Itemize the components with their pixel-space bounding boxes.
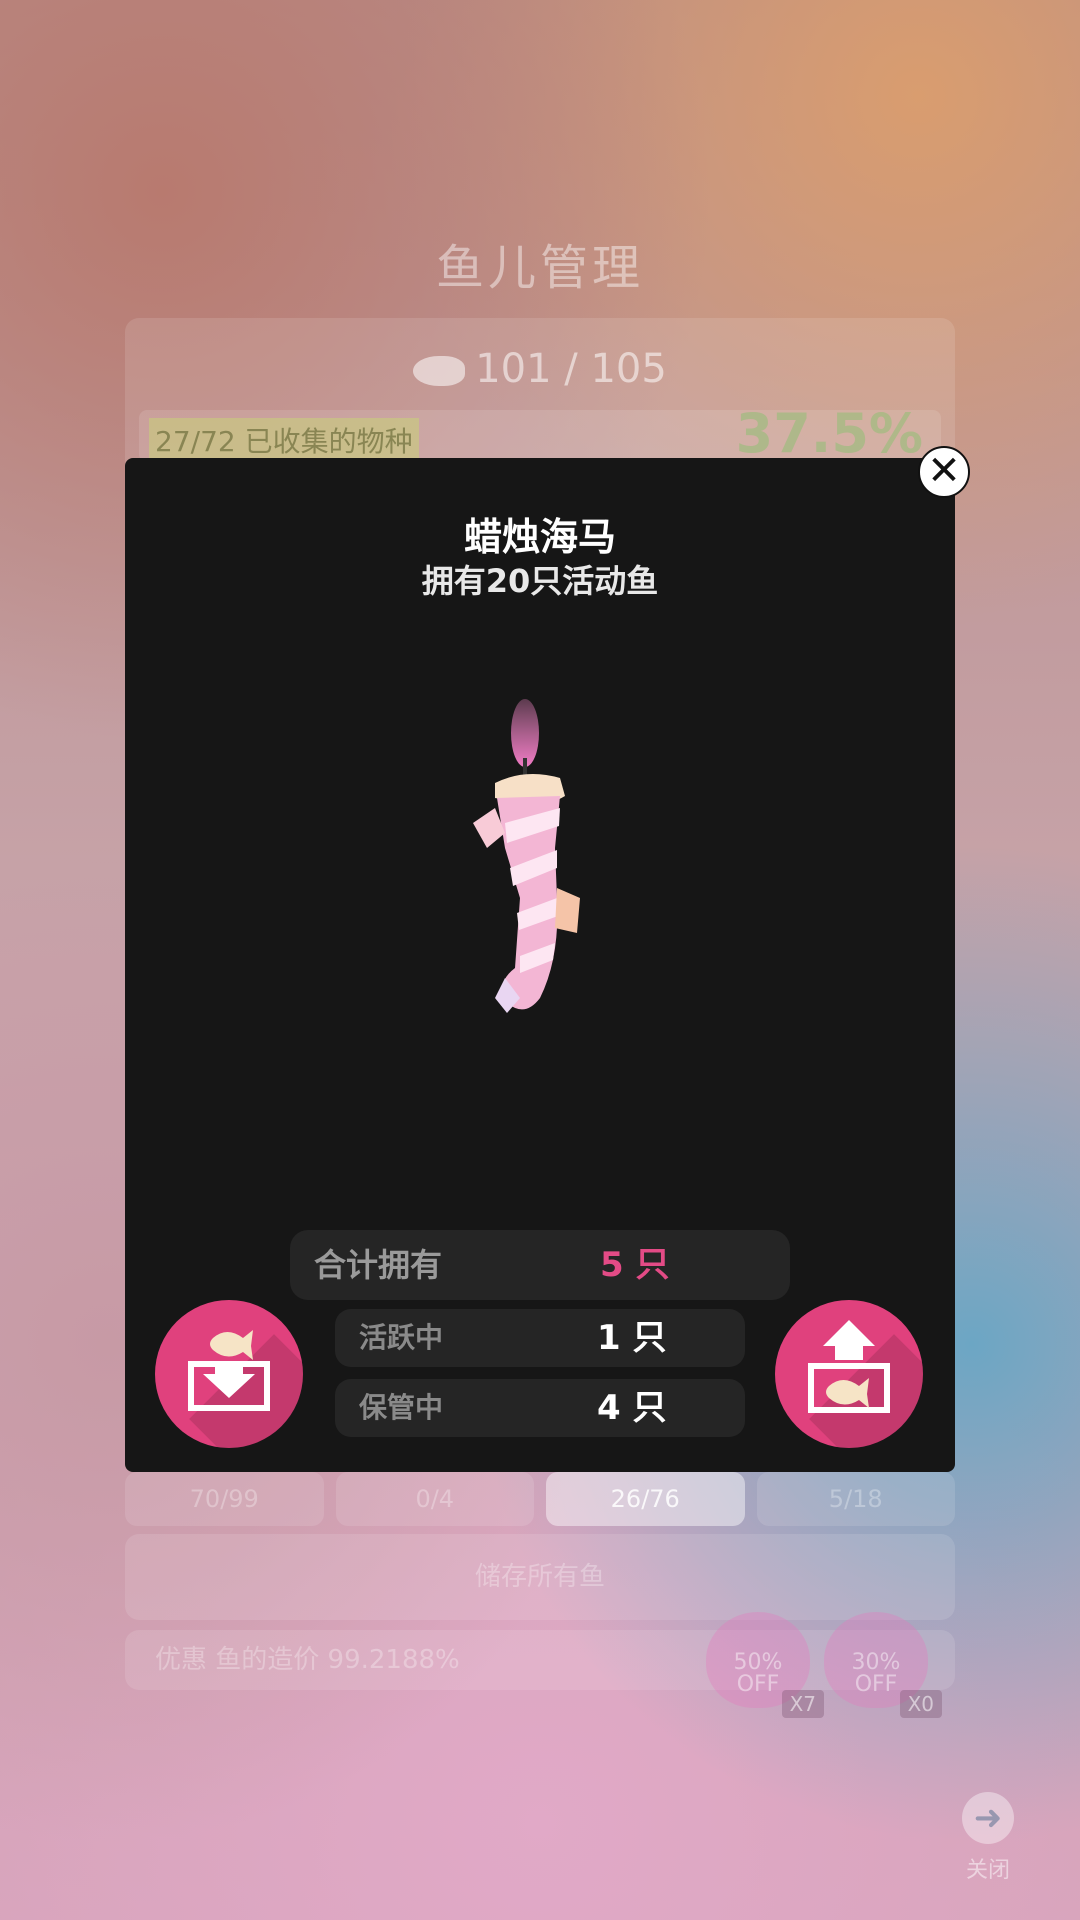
coupon-50[interactable]: 50% OFF X7	[706, 1612, 824, 1718]
collection-percent: 37.5%	[735, 402, 923, 465]
stored-value: 4 只	[597, 1388, 667, 1428]
coupon-multiplier: X7	[781, 1690, 824, 1718]
fish-subtitle: 拥有20只活动鱼	[421, 562, 659, 600]
total-owned-label: 合计拥有	[314, 1246, 443, 1284]
store-fish-button[interactable]	[155, 1300, 303, 1448]
active-value: 1 只	[597, 1318, 667, 1358]
store-all-button[interactable]: 储存所有鱼	[125, 1534, 955, 1620]
fish-name: 蜡烛海马	[463, 515, 616, 559]
stored-label: 保管中	[359, 1391, 444, 1424]
tab-2[interactable]: 0/4	[335, 1472, 534, 1526]
candle-seahorse-image	[473, 699, 580, 1013]
fish-detail-modal: 蜡烛海马 拥有20只活动鱼 合计拥有 5 只 活跃中 1 只 保管中 4 只	[125, 458, 955, 1472]
retrieve-fish-icon	[808, 1320, 890, 1413]
page-title: 鱼儿管理	[435, 240, 644, 296]
retrieve-fish-button[interactable]	[775, 1300, 923, 1448]
collection-stats-panel: 101 / 105 27/72 已收集的物种 37.5%	[125, 318, 955, 478]
total-owned-value: 5 只	[600, 1245, 670, 1285]
fish-icon	[413, 356, 466, 386]
close-icon[interactable]: ✕	[918, 446, 970, 498]
tab-1[interactable]: 70/99	[125, 1472, 324, 1526]
active-label: 活跃中	[359, 1321, 444, 1354]
tab-4[interactable]: 5/18	[756, 1472, 955, 1526]
collection-progress: 27/72 已收集的物种 37.5%	[139, 402, 941, 465]
total-owned-row: 合计拥有 5 只	[290, 1230, 790, 1300]
fish-count: 101 / 105	[125, 346, 955, 392]
close-label: 关闭	[965, 1858, 1010, 1883]
coupon-multiplier: X0	[899, 1690, 942, 1718]
arrow-right-icon: ➜	[962, 1792, 1014, 1844]
tab-3[interactable]: 26/76	[546, 1472, 745, 1526]
coupon-off: OFF	[736, 1672, 780, 1697]
coupon-off: OFF	[854, 1672, 898, 1697]
close-screen-button[interactable]: ➜ 关闭	[960, 1792, 1016, 1884]
store-fish-icon	[188, 1330, 270, 1411]
collected-species-text: 27/72 已收集的物种	[149, 418, 419, 462]
fish-count-text: 101 / 105	[475, 346, 667, 392]
category-tabs: 70/99 0/4 26/76 5/18	[125, 1472, 955, 1526]
coupon-30[interactable]: 30% OFF X0	[824, 1612, 942, 1718]
active-row: 活跃中 1 只	[335, 1309, 745, 1367]
stored-row: 保管中 4 只	[335, 1379, 745, 1437]
